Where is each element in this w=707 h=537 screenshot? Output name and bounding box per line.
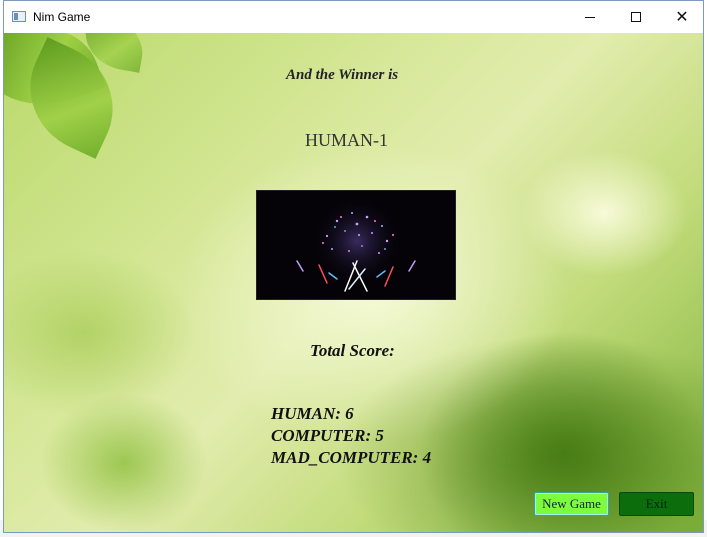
title-bar: Nim Game ✕ (4, 1, 703, 33)
score-mad-computer: MAD_COMPUTER: 4 (271, 448, 432, 467)
close-button[interactable]: ✕ (659, 1, 703, 33)
game-over-panel: And the Winner is HUMAN-1 Total Score: H… (4, 33, 703, 532)
maximize-button[interactable] (613, 1, 659, 33)
minimize-icon (585, 16, 595, 18)
close-icon: ✕ (675, 7, 689, 26)
score-computer: COMPUTER: 5 (271, 426, 384, 445)
maximize-icon (631, 12, 641, 22)
app-window: Nim Game ✕ And the Winner is HUMAN-1 Tot… (3, 0, 704, 533)
minimize-button[interactable] (567, 1, 613, 33)
app-icon (12, 11, 26, 22)
window-title: Nim Game (33, 10, 91, 24)
total-score-label: Total Score: (310, 341, 395, 360)
fireworks-image (256, 190, 456, 300)
new-game-button[interactable]: New Game (534, 492, 609, 516)
score-human: HUMAN: 6 (271, 404, 354, 423)
winner-name: HUMAN-1 (305, 130, 388, 150)
winner-heading: And the Winner is (286, 67, 399, 83)
exit-button[interactable]: Exit (619, 492, 694, 516)
